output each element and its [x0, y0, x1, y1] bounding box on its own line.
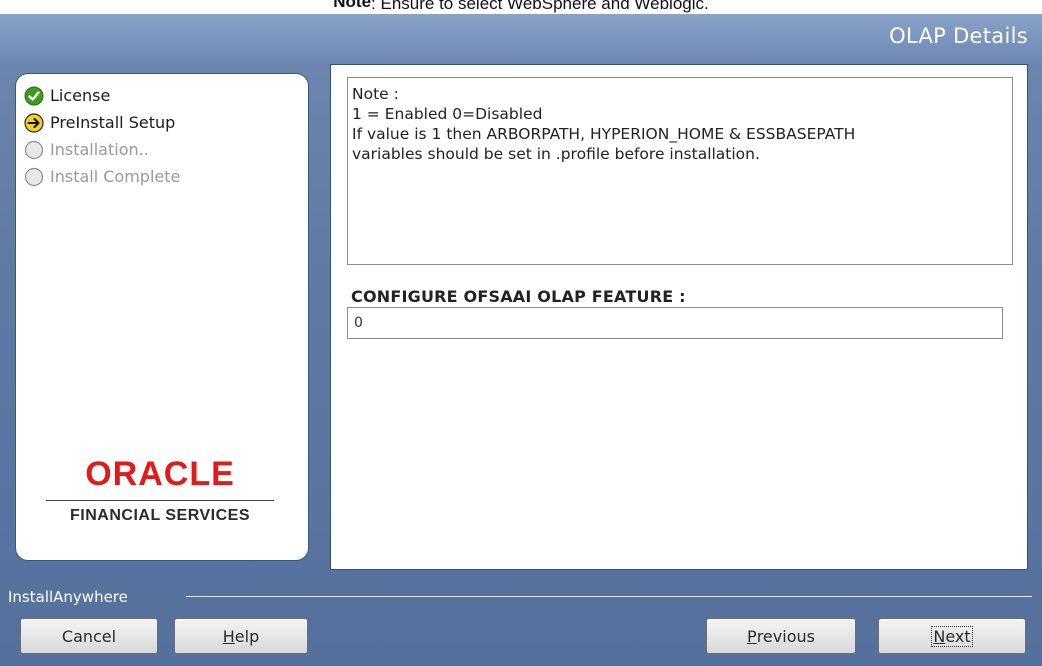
steps-panel: License PreInstall Setup Installation.. …: [16, 74, 308, 560]
next-button-label: ext: [945, 626, 971, 646]
financial-services-label: FINANCIAL SERVICES: [70, 507, 250, 524]
note-line: 1 = Enabled 0=Disabled: [352, 105, 543, 123]
step-label: Installation..: [50, 140, 149, 159]
document-note-text: : Ensure to select WebSphere and Weblogi…: [371, 0, 709, 13]
header-bar: OLAP Details: [0, 14, 1042, 62]
steps-list: License PreInstall Setup Installation.. …: [24, 82, 180, 190]
step-preinstall-setup: PreInstall Setup: [24, 109, 180, 136]
olap-feature-label: CONFIGURE OFSAAI OLAP FEATURE :: [351, 287, 686, 306]
logo-divider: [46, 500, 274, 501]
step-installation: Installation..: [24, 136, 180, 163]
note-textarea[interactable]: Note : 1 = Enabled 0=Disabled If value i…: [347, 77, 1013, 265]
step-label: License: [50, 86, 111, 105]
oracle-wordmark: ORACLE: [85, 455, 235, 493]
next-mnemonic: N: [933, 626, 946, 646]
olap-feature-input[interactable]: [347, 307, 1003, 339]
previous-button[interactable]: Previous: [706, 618, 856, 654]
previous-mnemonic: P: [747, 626, 757, 646]
page-title: OLAP Details: [889, 24, 1028, 48]
content-panel: Note : 1 = Enabled 0=Disabled If value i…: [330, 64, 1028, 570]
cancel-button[interactable]: Cancel: [20, 618, 158, 654]
step-label: PreInstall Setup: [50, 113, 176, 132]
installanywhere-label: InstallAnywhere: [8, 588, 128, 606]
step-label: Install Complete: [50, 167, 181, 186]
note-line: Note :: [352, 85, 399, 103]
previous-button-label: revious: [756, 626, 815, 646]
empty-circle-icon: [24, 140, 44, 160]
help-button[interactable]: Help: [174, 618, 308, 654]
oracle-logo: ORACLE FINANCIAL SERVICES: [40, 454, 280, 525]
help-button-label: elp: [234, 626, 260, 646]
step-license: License: [24, 82, 180, 109]
installer-window: OLAP Details License PreInstall Setup In…: [0, 14, 1042, 666]
document-note: Note: Ensure to select WebSphere and Web…: [0, 0, 1042, 14]
next-focus-ring: Next: [931, 625, 973, 647]
arrow-right-icon: [24, 112, 44, 133]
footer-divider: [186, 596, 1032, 597]
note-line: If value is 1 then ARBORPATH, HYPERION_H…: [352, 125, 856, 143]
empty-circle-icon: [24, 167, 44, 187]
next-button[interactable]: Next: [878, 618, 1026, 654]
note-line: variables should be set in .profile befo…: [352, 145, 760, 163]
check-icon: [24, 86, 44, 106]
help-mnemonic: H: [222, 626, 235, 646]
cancel-button-label: Cancel: [61, 626, 117, 646]
document-note-bold: Note: [333, 0, 372, 11]
step-install-complete: Install Complete: [24, 163, 180, 190]
